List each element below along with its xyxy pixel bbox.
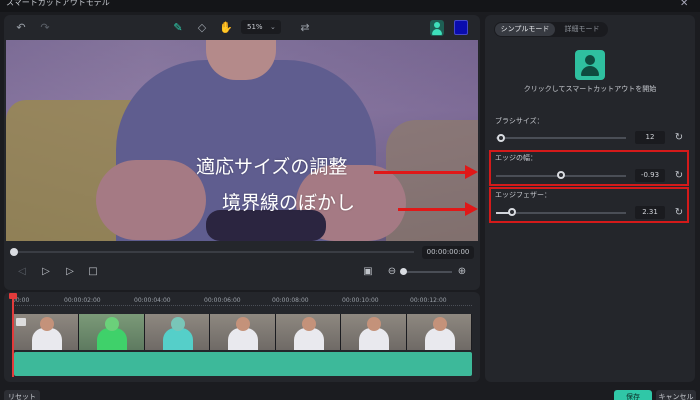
zoom-slider-handle[interactable] [400, 268, 407, 275]
clip-thumbnail [210, 314, 276, 350]
tick-label: 00:00:12:00 [410, 297, 447, 304]
edge-feather-label: エッジフェザー： [495, 191, 551, 199]
person-icon[interactable] [430, 20, 444, 36]
undo-icon[interactable]: ↶ [14, 21, 28, 35]
hand-icon[interactable]: ✋ [219, 21, 233, 35]
reset-icon[interactable]: ↻ [673, 207, 685, 219]
person-arm-left [96, 160, 206, 240]
edge-width-value[interactable]: -0.93 [635, 169, 665, 182]
fill-color-swatch[interactable] [454, 20, 468, 35]
swap-icon[interactable]: ⇄ [298, 21, 312, 35]
tick-label: 00:00:10:00 [342, 297, 379, 304]
brush-size-handle[interactable] [497, 134, 505, 142]
tick-label: 00:00:08:00 [272, 297, 309, 304]
video-preview[interactable]: 適応サイズの調整 境界線のぼかし [6, 40, 478, 241]
window-title: スマートカットアウトモデル [6, 0, 110, 7]
reset-button[interactable]: リセット [4, 390, 40, 400]
zoom-slider[interactable] [402, 271, 452, 273]
arrow-edge-width [374, 165, 478, 179]
audio-track[interactable] [14, 352, 472, 376]
tick-label: 00:00:06:00 [204, 297, 241, 304]
annotation-edge-width: 適応サイズの調整 [196, 156, 348, 178]
zoom-in-icon[interactable]: ⊕ [456, 266, 468, 278]
eraser-icon[interactable]: ◇ [195, 21, 209, 35]
clip-thumbnail [275, 314, 342, 350]
scrub-track[interactable] [14, 251, 414, 253]
edge-width-handle[interactable] [557, 171, 565, 179]
save-button[interactable]: 保存 [614, 390, 652, 400]
tab-advanced-mode[interactable]: 詳細モード [557, 23, 607, 36]
fit-icon[interactable]: ▣ [362, 266, 374, 278]
timeline-ruler [12, 305, 472, 309]
reset-icon[interactable]: ↻ [673, 170, 685, 182]
clip-thumbnail [79, 314, 145, 350]
smart-brush-icon[interactable]: ✎ [171, 21, 185, 35]
arrow-edge-feather [398, 202, 478, 216]
scrub-handle[interactable] [10, 248, 18, 256]
annotation-edge-feather: 境界線のぼかし [222, 192, 356, 214]
close-icon[interactable]: ✕ [680, 0, 688, 9]
tick-label: 00:00:02:00 [64, 297, 101, 304]
tab-simple-mode[interactable]: シンプルモード [495, 23, 555, 36]
edge-width-label: エッジの幅： [495, 154, 537, 162]
brush-size-slider[interactable] [496, 137, 626, 139]
cancel-button[interactable]: キャンセル [656, 390, 696, 400]
brush-size-value[interactable]: 12 [635, 131, 665, 144]
stop-icon[interactable]: □ [87, 266, 99, 278]
step-forward-icon[interactable]: ▷ [40, 266, 52, 278]
smart-cutout-icon[interactable] [575, 50, 605, 80]
clip-thumbnail [341, 314, 407, 350]
brush-size-label: ブラシサイズ： [495, 117, 544, 125]
playhead[interactable] [12, 295, 14, 377]
clip-thumbnail [144, 314, 211, 350]
zoom-out-icon[interactable]: ⊖ [386, 266, 398, 278]
redo-icon: ↷ [40, 21, 50, 34]
play-icon[interactable]: ▷ [64, 266, 76, 278]
tick-label: 00:00:04:00 [134, 297, 171, 304]
edge-feather-handle[interactable] [508, 208, 516, 216]
chevron-down-icon: ⌄ [270, 23, 276, 31]
prev-frame-icon[interactable]: ◁ [16, 266, 28, 278]
video-track[interactable] [14, 314, 472, 350]
reset-icon[interactable]: ↻ [673, 132, 685, 144]
timecode: 00:00:00:00 [422, 246, 474, 259]
video-clip-icon [16, 318, 26, 326]
clip-thumbnail [406, 314, 472, 350]
start-cutout-label[interactable]: クリックしてスマートカットアウトを開始 [485, 84, 695, 94]
edge-feather-value[interactable]: 2.31 [635, 206, 665, 219]
